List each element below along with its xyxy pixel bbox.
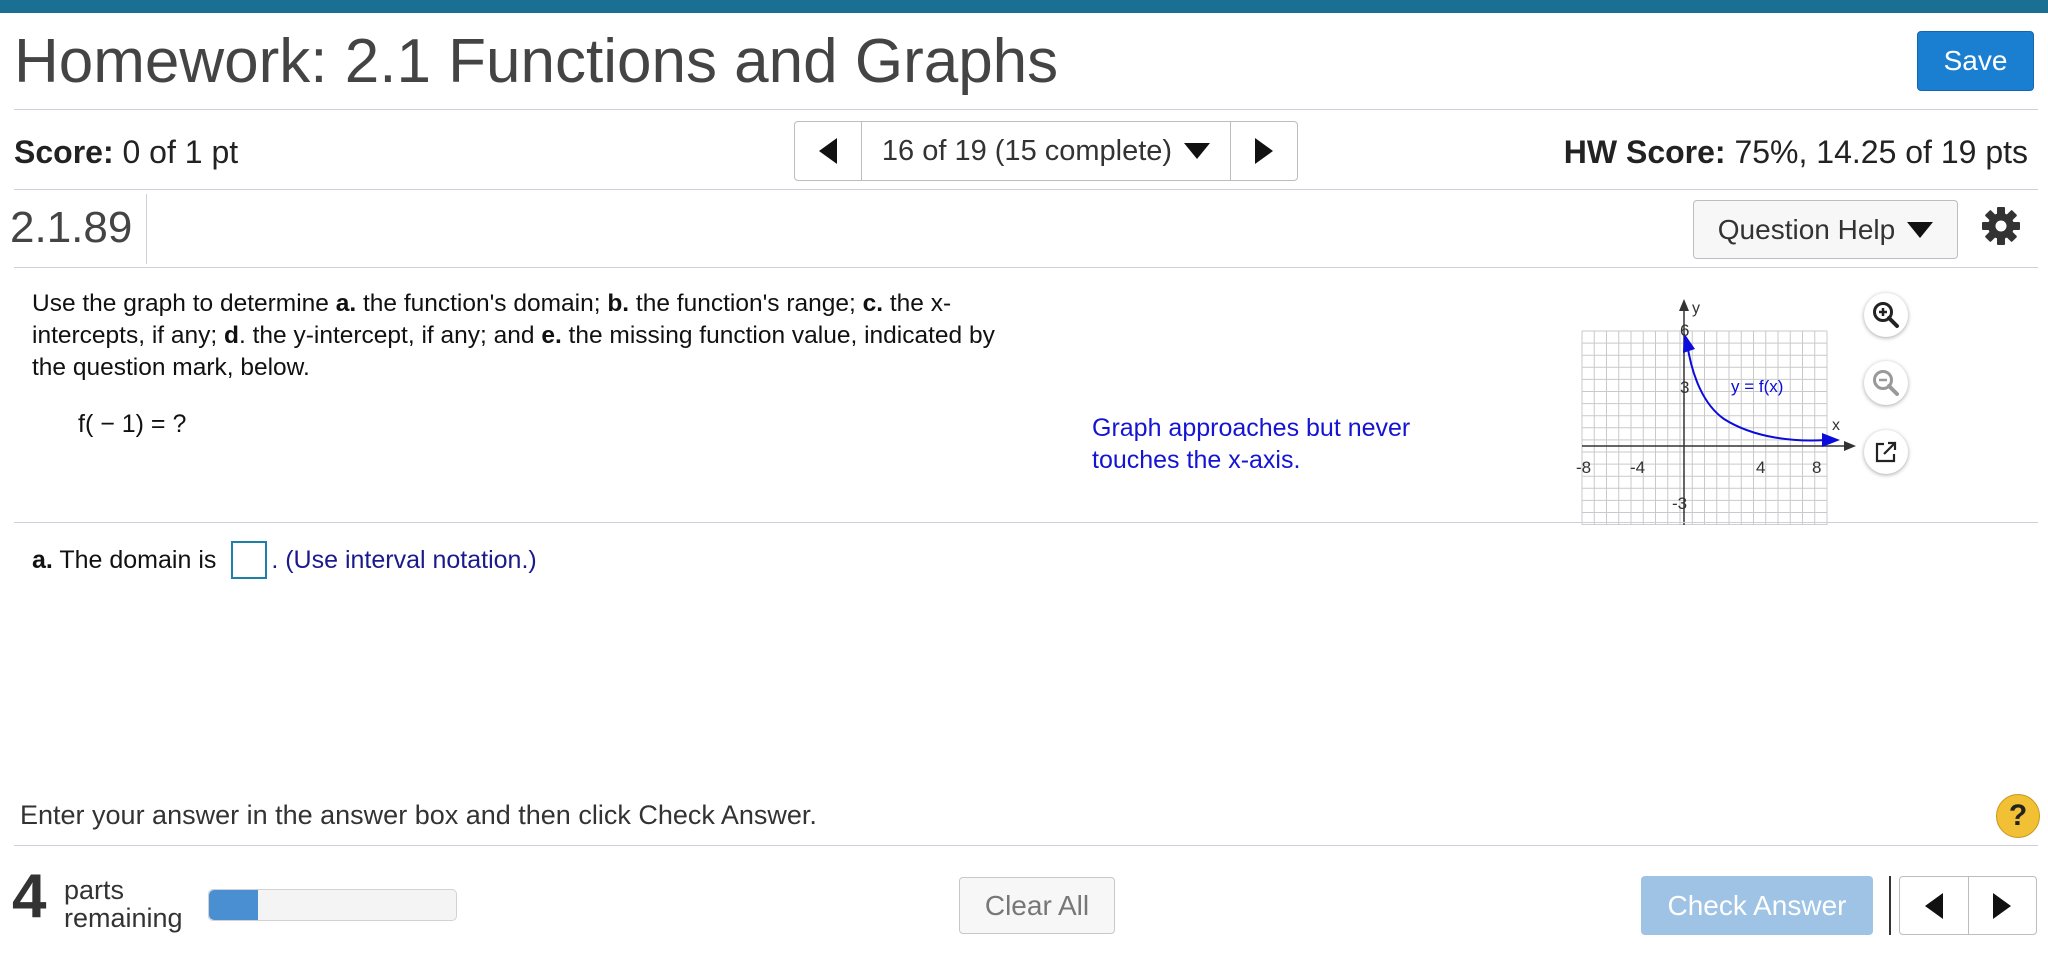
question-text-bold: a. <box>335 290 357 317</box>
settings-button[interactable] <box>1981 206 2021 251</box>
question-text-segment: . the y-intercept, if any; and <box>238 322 542 349</box>
x-axis-arrow <box>1844 441 1856 451</box>
arrow-left-icon <box>819 138 837 164</box>
caret-down-icon <box>1184 143 1211 159</box>
part-a-label: a. <box>32 545 53 574</box>
prev-part-button[interactable] <box>1900 877 1968 934</box>
arrow-right-icon <box>1255 138 1273 164</box>
question-text-segment: Use the graph to determine <box>32 290 336 317</box>
zoom-out-button[interactable] <box>1864 361 1908 405</box>
question-text: Use the graph to determine a. the functi… <box>32 288 1012 384</box>
parts-label-line: parts <box>64 875 125 905</box>
divider <box>14 522 2038 523</box>
y-tick-label: 6 <box>1680 321 1689 340</box>
open-graph-popup-button[interactable] <box>1864 430 1908 474</box>
divider <box>14 267 2038 268</box>
score-value: 0 of 1 pt <box>122 134 239 170</box>
x-tick-label: -4 <box>1630 458 1645 477</box>
question-position: 16 of 19 (15 complete) <box>881 134 1173 167</box>
x-tick-label: 8 <box>1812 458 1821 477</box>
graph-grid <box>1581 330 1828 526</box>
hw-score-display: HW Score: 75%, 14.25 of 19 pts <box>1564 134 2028 171</box>
arrow-left-icon <box>1924 892 1943 919</box>
question-text-bold: c. <box>862 290 884 317</box>
x-tick-label: -8 <box>1576 458 1591 477</box>
top-accent-bar <box>0 0 2048 13</box>
score-display: Score: 0 of 1 pt <box>14 134 238 171</box>
function-label: y = f(x) <box>1731 377 1783 396</box>
parts-remaining-count: 4 <box>12 862 47 931</box>
page-title: Homework: 2.1 Functions and Graphs <box>14 27 1059 96</box>
divider <box>14 109 2038 110</box>
gear-icon <box>1982 207 2020 245</box>
external-link-icon <box>1875 441 1897 463</box>
question-navigator: 16 of 19 (15 complete) <box>794 121 1298 181</box>
part-a-text: The domain is <box>52 545 224 574</box>
curve-arrow-right <box>1822 433 1840 447</box>
y-tick-label: 3 <box>1680 378 1689 397</box>
part-a-prompt: a. The domain is . (Use interval notatio… <box>32 541 537 579</box>
question-text-bold: b. <box>607 290 630 317</box>
hw-score-label: HW Score: <box>1563 134 1726 170</box>
help-button[interactable]: ? <box>1996 794 2040 838</box>
instruction-text: Enter your answer in the answer box and … <box>20 800 817 830</box>
part-a-hint: . (Use interval notation.) <box>271 545 537 574</box>
hw-score-value: 75%, 14.25 of 19 pts <box>1734 134 2028 170</box>
question-text-segment: the function's range; <box>629 290 863 317</box>
question-select-dropdown[interactable]: 16 of 19 (15 complete) <box>861 122 1231 180</box>
domain-answer-input[interactable] <box>231 541 268 579</box>
part-navigator <box>1899 876 2037 935</box>
question-help-button[interactable]: Question Help <box>1693 200 1958 259</box>
score-label: Score: <box>14 134 114 170</box>
question-text-bold: d <box>224 322 239 349</box>
prev-question-button[interactable] <box>795 122 861 180</box>
question-help-label: Question Help <box>1717 213 1896 245</box>
divider <box>14 845 2038 846</box>
x-axis-label: x <box>1832 417 1840 434</box>
question-number: 2.1.89 <box>10 203 133 252</box>
arrow-right-icon <box>1993 892 2012 919</box>
save-button[interactable]: Save <box>1917 31 2034 91</box>
parts-progress-bar <box>208 889 457 921</box>
x-tick-label: 4 <box>1756 458 1765 477</box>
question-text-bold: e. <box>541 322 562 349</box>
progress-fill <box>209 890 259 920</box>
graph-note: Graph approaches but never touches the x… <box>1092 414 1411 474</box>
graph-svg: y = f(x) x y -8 -4 4 8 6 3 -3 <box>1576 299 1856 526</box>
caret-down-icon <box>1907 221 1934 238</box>
zoom-in-icon <box>1873 302 1899 328</box>
parts-label-line: remaining <box>64 903 183 933</box>
y-axis-arrow <box>1679 299 1689 311</box>
next-question-button[interactable] <box>1231 122 1297 180</box>
divider <box>146 194 147 264</box>
zoom-in-button[interactable] <box>1864 293 1908 337</box>
zoom-out-icon <box>1873 370 1899 396</box>
y-axis-label: y <box>1692 300 1700 317</box>
check-answer-button[interactable]: Check Answer <box>1641 876 1873 935</box>
divider <box>14 189 2038 190</box>
question-text-segment: the function's domain; <box>356 290 608 317</box>
y-tick-label: -3 <box>1672 494 1687 513</box>
help-question-icon: ? <box>2008 799 2028 832</box>
function-graph: y = f(x) x y -8 -4 4 8 6 3 -3 <box>1574 295 1860 530</box>
divider <box>1889 876 1891 935</box>
clear-all-button[interactable]: Clear All <box>959 877 1115 934</box>
function-value-prompt: f( − 1) = ? <box>78 410 187 438</box>
next-part-button[interactable] <box>1967 877 2037 934</box>
parts-remaining-label: parts remaining <box>64 876 183 932</box>
